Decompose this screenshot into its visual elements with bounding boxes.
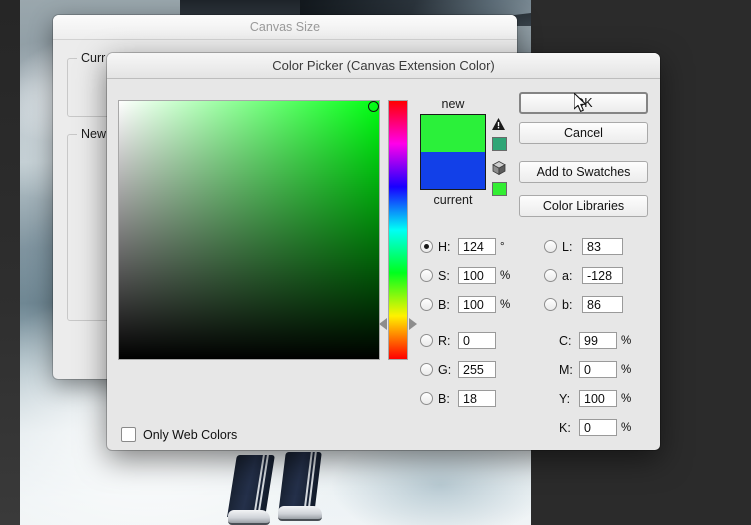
- label-y: Y:: [559, 391, 571, 406]
- current-color-label: current: [433, 193, 473, 207]
- field-row-b[interactable]: b: 86: [544, 296, 623, 313]
- label-c: C:: [559, 333, 572, 348]
- field-row-l[interactable]: L: 83: [544, 238, 623, 255]
- canvas-size-titlebar: Canvas Size: [53, 15, 517, 40]
- field-row-s[interactable]: S: 100%: [420, 267, 510, 284]
- unit-c: %: [621, 334, 632, 347]
- gamut-warning-group[interactable]: [492, 117, 509, 151]
- field-row-a[interactable]: a: -128: [544, 267, 623, 284]
- input-b[interactable]: 86: [582, 296, 623, 313]
- radio-g[interactable]: [420, 363, 433, 376]
- color-preview-box[interactable]: [420, 114, 486, 190]
- label-l: L:: [562, 239, 573, 254]
- label-g: G:: [438, 362, 452, 377]
- new-color-label: new: [441, 97, 465, 111]
- unit-b: %: [500, 298, 511, 311]
- input-b[interactable]: 100: [458, 296, 496, 313]
- only-web-colors-checkbox[interactable]: [121, 427, 136, 442]
- radio-b[interactable]: [420, 392, 433, 405]
- input-r[interactable]: 0: [458, 332, 496, 349]
- label-b: b:: [562, 297, 573, 312]
- radio-b[interactable]: [544, 298, 557, 311]
- label-r: R:: [438, 333, 451, 348]
- new-size-label: New: [77, 127, 111, 141]
- only-web-colors-row[interactable]: Only Web Colors: [121, 427, 237, 442]
- field-row-g[interactable]: G: 255: [420, 361, 496, 378]
- hue-slider[interactable]: [388, 100, 408, 360]
- photo-shoe: [228, 510, 270, 525]
- label-h: H:: [438, 239, 451, 254]
- unit-k: %: [621, 421, 632, 434]
- field-row-y[interactable]: Y: 100%: [559, 390, 631, 407]
- input-c[interactable]: 99: [579, 332, 617, 349]
- input-m[interactable]: 0: [579, 361, 617, 378]
- unit-s: %: [500, 269, 511, 282]
- input-k[interactable]: 0: [579, 419, 617, 436]
- label-s: S:: [438, 268, 450, 283]
- input-s[interactable]: 100: [458, 267, 496, 284]
- cancel-button-label: Cancel: [564, 126, 603, 140]
- field-row-b[interactable]: B: 100%: [420, 296, 510, 313]
- input-h[interactable]: 124: [458, 238, 496, 255]
- field-row-m[interactable]: M: 0%: [559, 361, 631, 378]
- current-size-label: Curr: [77, 51, 110, 65]
- label-m: M:: [559, 362, 573, 377]
- radio-r[interactable]: [420, 334, 433, 347]
- label-k: K:: [559, 420, 571, 435]
- photo-left-bar: [0, 0, 20, 525]
- photo-leg: [278, 452, 322, 514]
- unit-h: °: [500, 240, 505, 253]
- input-y[interactable]: 100: [579, 390, 617, 407]
- hue-marker-right-icon[interactable]: [409, 317, 417, 330]
- cube-icon[interactable]: [492, 161, 506, 176]
- input-g[interactable]: 255: [458, 361, 496, 378]
- input-a[interactable]: -128: [582, 267, 623, 284]
- add-to-swatches-button[interactable]: Add to Swatches: [519, 161, 648, 183]
- label-a: a:: [562, 268, 573, 283]
- color-picker-titlebar: Color Picker (Canvas Extension Color): [107, 53, 660, 79]
- gamut-safe-swatch[interactable]: [492, 137, 507, 151]
- radio-b[interactable]: [420, 298, 433, 311]
- color-libraries-button-label: Color Libraries: [542, 199, 625, 213]
- field-selection-marker[interactable]: [368, 100, 380, 112]
- radio-l[interactable]: [544, 240, 557, 253]
- unit-y: %: [621, 392, 632, 405]
- field-row-r[interactable]: R: 0: [420, 332, 496, 349]
- photo-shoe: [278, 506, 322, 521]
- new-color-swatch[interactable]: [421, 115, 485, 152]
- radio-s[interactable]: [420, 269, 433, 282]
- field-row-c[interactable]: C: 99%: [559, 332, 631, 349]
- radio-h[interactable]: [420, 240, 433, 253]
- label-b: B:: [438, 391, 450, 406]
- saturation-brightness-field[interactable]: [118, 100, 380, 360]
- web-safe-swatch[interactable]: [492, 182, 507, 196]
- warning-triangle-icon[interactable]: [492, 118, 505, 130]
- radio-a[interactable]: [544, 269, 557, 282]
- label-b: B:: [438, 297, 450, 312]
- input-l[interactable]: 83: [582, 238, 623, 255]
- color-libraries-button[interactable]: Color Libraries: [519, 195, 648, 217]
- add-to-swatches-button-label: Add to Swatches: [536, 165, 631, 179]
- field-row-b[interactable]: B: 18: [420, 390, 496, 407]
- unit-m: %: [621, 363, 632, 376]
- only-web-colors-label: Only Web Colors: [143, 427, 238, 442]
- field-row-h[interactable]: H: 124 °: [420, 238, 505, 255]
- input-b[interactable]: 18: [458, 390, 496, 407]
- mouse-cursor-icon: [574, 93, 587, 112]
- current-color-swatch[interactable]: [421, 152, 485, 189]
- cancel-button[interactable]: Cancel: [519, 122, 648, 144]
- field-black-layer: [119, 101, 379, 359]
- web-warning-group[interactable]: [492, 161, 509, 196]
- field-row-k[interactable]: K: 0%: [559, 419, 631, 436]
- hue-marker-left-icon[interactable]: [379, 317, 387, 330]
